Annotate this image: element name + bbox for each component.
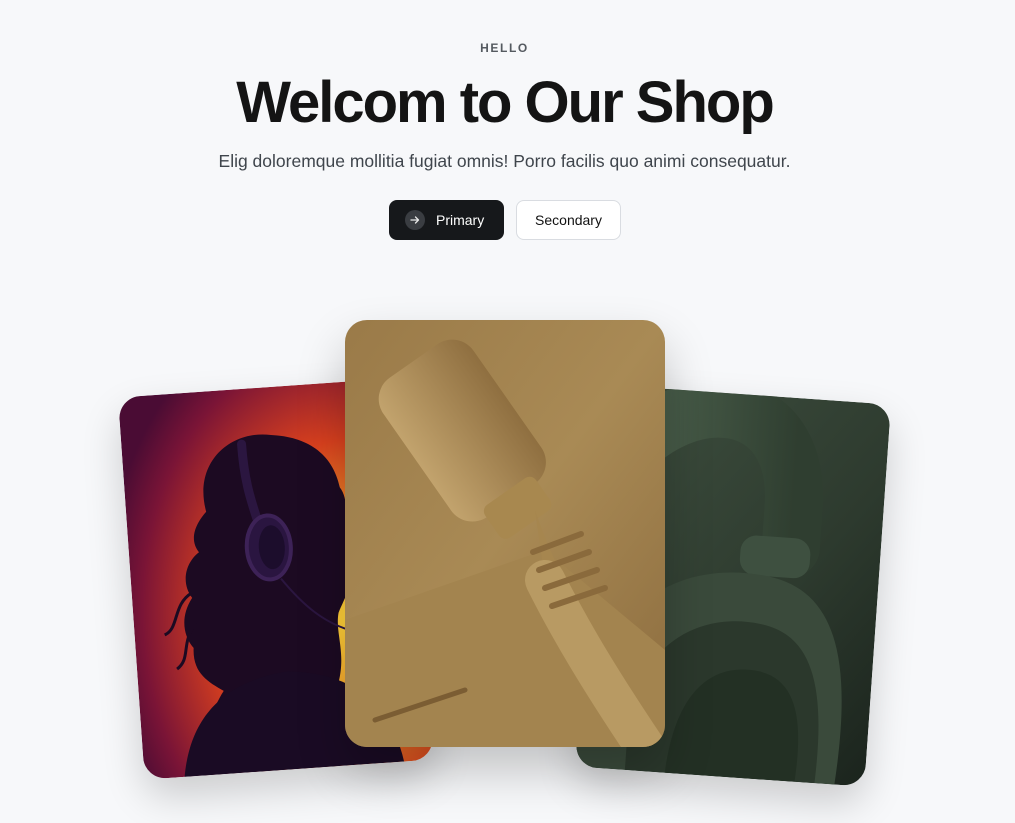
primary-button-label: Primary <box>436 212 485 228</box>
page-title: Welcom to Our Shop <box>236 70 775 135</box>
arrow-right-icon <box>405 210 425 230</box>
cable-connector-photo <box>345 320 665 747</box>
primary-button[interactable]: Primary <box>389 200 504 240</box>
hero-actions: Primary Secondary <box>389 200 621 240</box>
gallery-card-center[interactable] <box>345 320 665 747</box>
hero-subtitle: Elig doloremque mollitia fugiat omnis! P… <box>218 151 791 171</box>
secondary-button[interactable]: Secondary <box>516 200 621 240</box>
hero-section: HELLO Welcom to Our Shop Elig doloremque… <box>0 0 1015 823</box>
hero-eyebrow: HELLO <box>480 41 529 55</box>
secondary-button-label: Secondary <box>535 212 602 228</box>
